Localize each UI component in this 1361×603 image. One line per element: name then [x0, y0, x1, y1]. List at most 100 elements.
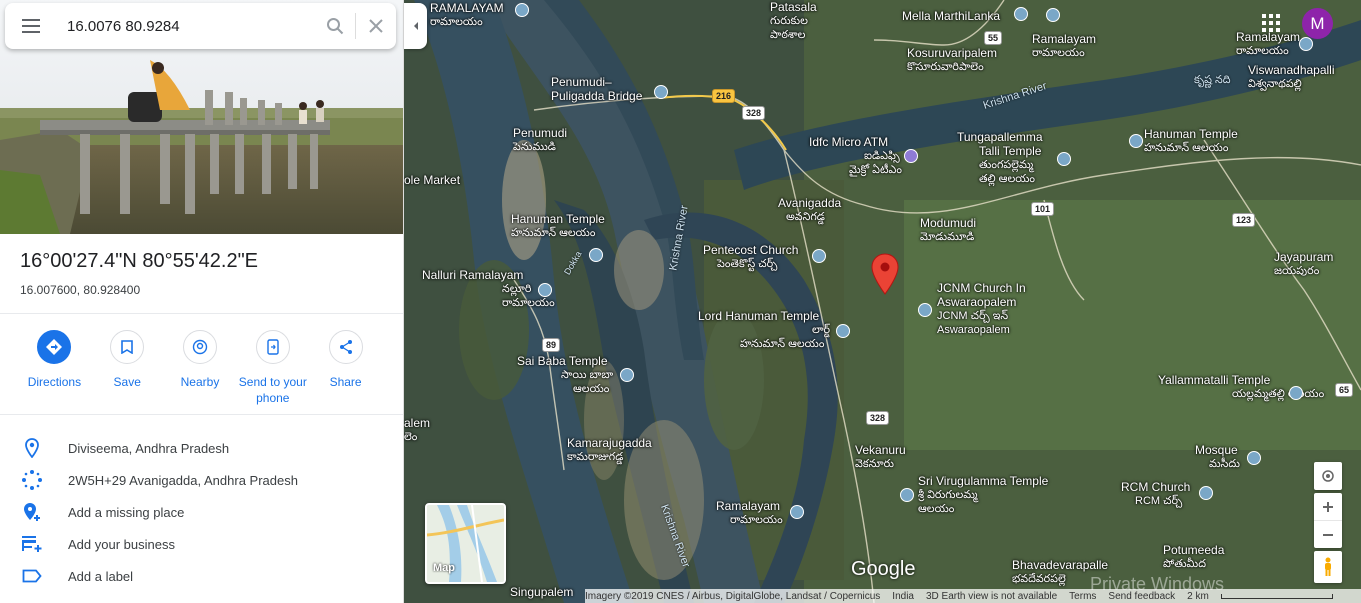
info-row-add-business[interactable]: Add your business	[0, 528, 403, 560]
temple-poi-icon[interactable]	[790, 505, 804, 519]
map-layer-toggle[interactable]: Map	[425, 503, 506, 584]
map-label-sai-baba-temple[interactable]: Sai Baba Temple సాయి బాబా ఆలయం	[517, 354, 613, 396]
temple-poi-icon[interactable]	[589, 248, 603, 262]
save-button[interactable]: Save	[91, 330, 164, 406]
hamburger-menu-icon[interactable]	[9, 3, 53, 49]
search-input[interactable]: 16.0076 80.9284	[53, 18, 315, 35]
map-layer-label: Map	[433, 562, 455, 574]
map-label-mella-marthilanka[interactable]: Mella MarthiLanka	[902, 9, 1000, 23]
temple-poi-icon[interactable]	[1129, 134, 1143, 148]
nearby-button[interactable]: Nearby	[164, 330, 237, 406]
location-pin-icon	[12, 438, 52, 458]
bookmark-icon	[110, 330, 145, 364]
church-poi-icon[interactable]	[812, 249, 826, 263]
send-to-phone-button[interactable]: Send to your phone	[236, 330, 309, 406]
map-label-ramalayam[interactable]: Ramalayam రామాలయం	[1236, 30, 1300, 58]
map-label-palem[interactable]: alem లెం	[404, 416, 430, 444]
map-label-patasala[interactable]: Patasala గురుకుల పాఠశాల	[770, 0, 817, 42]
route-shield: 216	[712, 89, 736, 103]
map-label-modumudi[interactable]: Modumudi మోడుమూడి	[920, 216, 976, 244]
map-label-idfc-micro-atm[interactable]: Idfc Micro ATM ఐడిఎఫ్సి మైక్రో ఏటీఎం	[809, 135, 902, 177]
map-label-kosuruvaripalem[interactable]: Kosuruvaripalem కొసూరువారిపాలెం	[907, 46, 997, 74]
map-label-market[interactable]: ole Market	[404, 173, 460, 187]
action-buttons: Directions Save Nearby Send to your phon…	[18, 330, 390, 406]
map-label-ramalayam[interactable]: RAMALAYAM రామాలయం	[430, 1, 504, 29]
atm-poi-icon[interactable]	[904, 149, 918, 163]
divider	[0, 414, 403, 415]
temple-poi-icon[interactable]	[515, 3, 529, 17]
minus-icon	[1323, 533, 1333, 536]
map-label-avanigadda[interactable]: Avanigadda అవనిగడ్డ	[778, 196, 841, 224]
map-footer: Imagery ©2019 CNES / Airbus, DigitalGlob…	[585, 589, 1361, 603]
share-button[interactable]: Share	[309, 330, 382, 406]
map-label-tungapallemma-talli-temple[interactable]: Tungapallemma Talli Temple తుంగపల్లెమ్మ తల్…	[957, 130, 1043, 186]
share-icon	[328, 330, 363, 364]
info-text: 2W5H+29 Avanigadda, Andhra Pradesh	[68, 472, 298, 488]
country-link[interactable]: India	[892, 591, 914, 602]
google-logo: Google	[851, 558, 916, 580]
map-label-penumudi[interactable]: Penumudi పెనుముడి	[513, 126, 567, 154]
decimal-coordinates: 16.007600, 80.928400	[20, 283, 141, 297]
info-row-add-place[interactable]: Add a missing place	[0, 496, 403, 528]
avatar[interactable]: M	[1302, 8, 1333, 39]
map-label-potumeeda[interactable]: Potumeeda పోతుమీద	[1163, 543, 1224, 571]
map-label-vekanuru[interactable]: Vekanuru వెకనూరు	[855, 443, 906, 471]
church-poi-icon[interactable]	[918, 303, 932, 317]
terms-link[interactable]: Terms	[1069, 591, 1096, 602]
plus-code-icon	[12, 469, 52, 491]
info-row-add-label[interactable]: Add a label	[0, 560, 403, 592]
info-text: Diviseema, Andhra Pradesh	[68, 440, 230, 456]
map-label-hanuman-temple[interactable]: Hanuman Temple హనుమాన్ ఆలయం	[1144, 127, 1238, 155]
collapse-panel-button[interactable]	[404, 3, 427, 49]
map-label-mosque[interactable]: Mosque మసీదు	[1195, 443, 1240, 471]
scale-label[interactable]: 2 km	[1187, 591, 1209, 602]
bridge-poi-icon[interactable]	[654, 85, 668, 99]
divider	[0, 313, 403, 314]
temple-poi-icon[interactable]	[1299, 37, 1313, 51]
directions-icon	[37, 330, 72, 364]
info-row-address[interactable]: Diviseema, Andhra Pradesh	[0, 432, 403, 464]
map-label-ramalayam[interactable]: Ramalayam రామాలయం	[716, 499, 783, 527]
send-to-phone-icon	[255, 330, 290, 364]
temple-poi-icon[interactable]	[1046, 8, 1060, 22]
map-label-rcm-church[interactable]: RCM Church RCM చర్చ్	[1121, 480, 1190, 508]
street-view-pegman-button[interactable]	[1314, 551, 1342, 583]
map-label-pentecost-church[interactable]: Pentecost Church పెంతెకొస్ట్ చర్చ్	[703, 243, 798, 271]
google-apps-icon[interactable]	[1262, 14, 1280, 32]
zoom-in-button[interactable]	[1314, 493, 1342, 521]
map-label-lord-hanuman-temple[interactable]: Lord Hanuman Temple లార్డ్ హనుమాన్ ఆలయం	[698, 309, 830, 351]
zoom-out-button[interactable]	[1314, 521, 1342, 548]
map-label-nalluri-ramalayam[interactable]: Nalluri Ramalayam నల్లూరి రామాలయం	[422, 268, 555, 310]
map-label-hanuman-temple[interactable]: Hanuman Temple హనుమాన్ ఆలయం	[511, 212, 605, 240]
save-label: Save	[113, 375, 141, 389]
temple-poi-icon[interactable]	[1057, 152, 1071, 166]
my-location-button[interactable]	[1314, 462, 1342, 490]
temple-poi-icon[interactable]	[620, 368, 634, 382]
mosque-poi-icon[interactable]	[1247, 451, 1261, 465]
satellite-map[interactable]: RAMALAYAM రామాలయం Patasala గురుకుల పాఠశాల M…	[404, 0, 1361, 603]
map-label-viswanadhapalli[interactable]: Viswanadhapalli విశ్వనాథపల్లి	[1248, 63, 1335, 91]
close-icon[interactable]	[356, 3, 396, 49]
temple-poi-icon[interactable]	[836, 324, 850, 338]
map-label-jayapuram[interactable]: Jayapuram జయపురం	[1274, 250, 1333, 278]
map-label-jcnm-church[interactable]: JCNM Church In Aswaraopalem JCNM చర్చ్ ఇన్…	[937, 281, 1026, 337]
search-icon[interactable]	[315, 3, 355, 49]
temple-poi-icon[interactable]	[1289, 386, 1303, 400]
route-shield: 328	[742, 106, 766, 120]
map-label-sri-virugulamma-temple[interactable]: Sri Virugulamma Temple శ్రీ విరుగులమ్మ ఆలయ…	[918, 474, 1048, 516]
red-location-marker-icon[interactable]	[871, 253, 899, 295]
temple-poi-icon[interactable]	[900, 488, 914, 502]
temple-poi-icon[interactable]	[1014, 7, 1028, 21]
map-label-singupalem[interactable]: Singupalem	[510, 585, 573, 599]
directions-button[interactable]: Directions	[18, 330, 91, 406]
map-label-penumudi-bridge[interactable]: Penumudi– Puligadda Bridge	[551, 75, 642, 103]
map-label-kamarajugadda[interactable]: Kamarajugadda కామరాజుగడ్డ	[567, 436, 652, 464]
send-feedback-link[interactable]: Send feedback	[1108, 591, 1175, 602]
temple-poi-icon[interactable]	[538, 283, 552, 297]
map-label-ramalayam[interactable]: Ramalayam రామాలయం	[1032, 32, 1096, 60]
info-row-plus-code[interactable]: 2W5H+29 Avanigadda, Andhra Pradesh	[0, 464, 403, 496]
zoom-controls	[1314, 493, 1342, 548]
route-shield: 89	[542, 338, 561, 352]
page-title: 16°00'27.4"N 80°55'42.2"E	[20, 250, 259, 272]
church-poi-icon[interactable]	[1199, 486, 1213, 500]
